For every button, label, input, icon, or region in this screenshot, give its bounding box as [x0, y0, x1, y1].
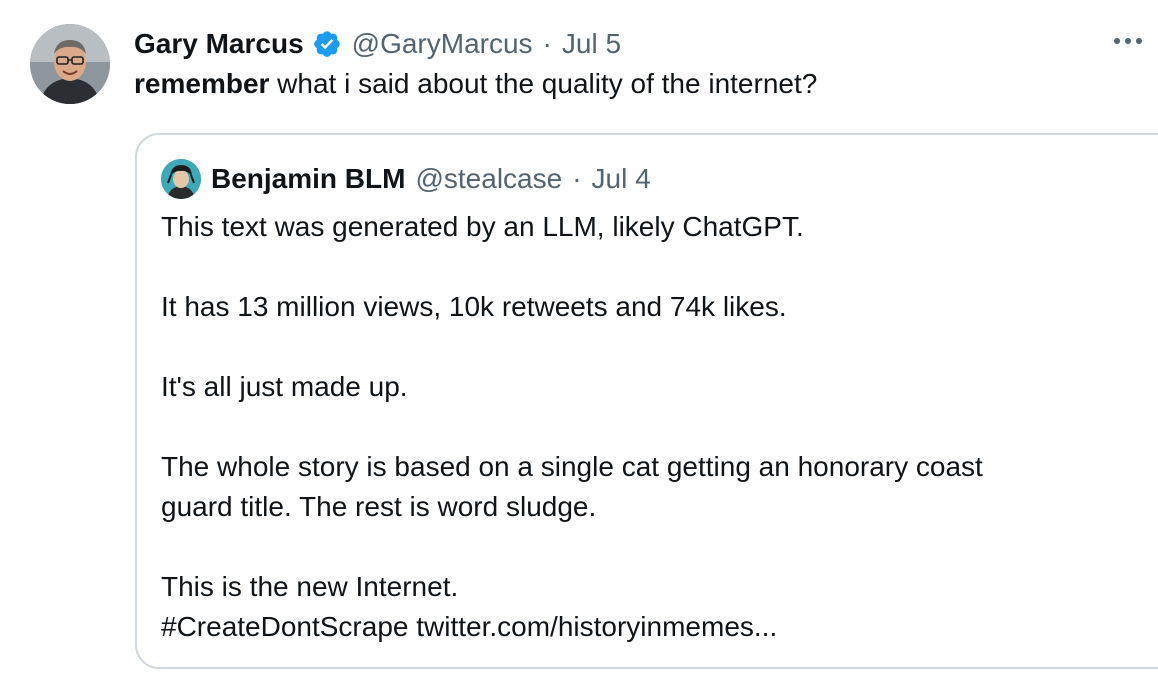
quoted-author-name[interactable]: Benjamin BLM: [211, 163, 405, 195]
more-horizontal-icon: [1136, 38, 1142, 44]
quoted-tweet-text: This text was generated by an LLM, likel…: [161, 207, 1141, 647]
more-horizontal-icon: [1125, 38, 1131, 44]
tweet-text-bold: remember: [134, 68, 270, 99]
quoted-text-line: It's all just made up.: [161, 371, 408, 402]
separator-dot: ·: [542, 28, 552, 59]
tweet-text-rest: what i said about the quality of the int…: [269, 68, 818, 99]
quoted-author-avatar[interactable]: [161, 159, 201, 199]
author-handle[interactable]: @GaryMarcus: [352, 28, 533, 60]
quoted-tweet-date[interactable]: Jul 4: [592, 163, 651, 195]
quoted-text-line: guard title. The rest is word sludge.: [161, 491, 597, 522]
quoted-text-line: It has 13 million views, 10k retweets an…: [161, 291, 787, 322]
quoted-text-line[interactable]: #CreateDontScrape twitter.com/historyinm…: [161, 607, 1141, 647]
quoted-text-line: This text was generated by an LLM, likel…: [161, 211, 804, 242]
more-options-button[interactable]: [1114, 38, 1142, 44]
more-horizontal-icon: [1114, 38, 1120, 44]
quoted-tweet-card[interactable]: Benjamin BLM @stealcase · Jul 4 This tex…: [135, 133, 1158, 669]
verified-badge-icon: [313, 31, 340, 57]
quoted-text-line: This is the new Internet.: [161, 571, 459, 602]
tweet-date[interactable]: Jul 5: [562, 28, 621, 60]
tweet-header: Gary Marcus @GaryMarcus · Jul 5: [134, 24, 621, 64]
quoted-tweet-header: Benjamin BLM @stealcase · Jul 4: [211, 157, 651, 201]
quoted-text-line: The whole story is based on a single cat…: [161, 451, 983, 482]
tweet-text: remember what i said about the quality o…: [134, 68, 817, 100]
quoted-author-handle[interactable]: @stealcase: [415, 163, 562, 195]
author-name[interactable]: Gary Marcus: [134, 28, 304, 60]
author-avatar[interactable]: [30, 24, 110, 104]
separator-dot: ·: [572, 163, 582, 194]
